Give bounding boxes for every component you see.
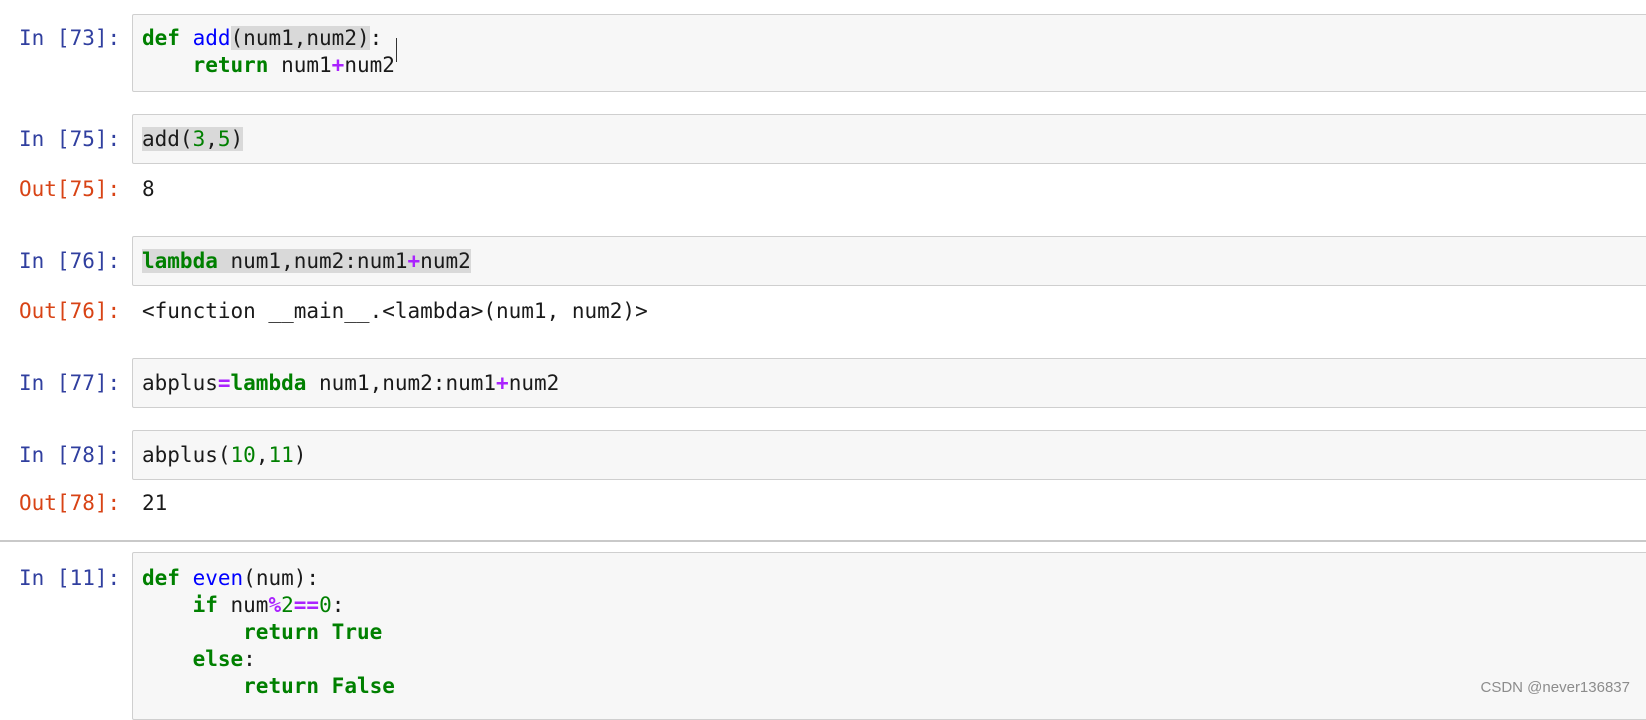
code-line: add(3,5): [142, 126, 244, 153]
output-prompt-76: Out[76]:: [19, 299, 121, 323]
code-line: abplus(10,11): [142, 442, 306, 469]
output-prompt-75: Out[75]:: [19, 177, 121, 201]
code-token: lambda: [142, 249, 218, 273]
code-token: False: [331, 674, 395, 698]
code-line: else:: [142, 646, 395, 673]
code-cell-75[interactable]: [132, 114, 1646, 164]
code-line: def add(num1,num2):: [142, 25, 395, 52]
code-token: num2: [420, 249, 471, 273]
code-token: num1,num2:num1: [306, 371, 497, 395]
code-token: add(: [142, 127, 193, 151]
code-token: +: [496, 371, 509, 395]
code-token: def: [142, 566, 180, 590]
code-token: :: [243, 647, 256, 671]
code-token: %: [268, 593, 282, 617]
output-75: 8: [142, 177, 155, 201]
input-prompt-76: In [76]:: [19, 249, 121, 273]
code-editor-78[interactable]: abplus(10,11): [142, 442, 306, 469]
code-token: even: [192, 566, 244, 590]
text-cursor: [396, 38, 397, 62]
code-token: lambda: [230, 371, 307, 395]
code-token: ==: [293, 593, 320, 617]
code-line: if num%2==0:: [142, 592, 395, 619]
output-78: 21: [142, 491, 168, 515]
code-token: (num1,num2): [230, 26, 370, 50]
code-token: ,: [255, 443, 269, 467]
code-line: return num1+num2: [142, 52, 395, 79]
code-token: if: [192, 593, 218, 617]
cell-separator: [0, 540, 1646, 542]
code-editor-73[interactable]: def add(num1,num2): return num1+num2: [142, 25, 395, 79]
output-prompt-78: Out[78]:: [19, 491, 121, 515]
code-token: :: [331, 593, 345, 617]
watermark: CSDN @never136837: [1480, 679, 1630, 696]
code-token: def: [142, 26, 180, 50]
code-token: abplus(: [142, 443, 231, 467]
code-token: abplus: [142, 371, 218, 395]
input-prompt-77: In [77]:: [19, 371, 121, 395]
code-token: return: [243, 620, 320, 644]
code-line: return False: [142, 673, 395, 700]
input-prompt-78: In [78]:: [19, 443, 121, 467]
code-token: 2: [281, 593, 294, 617]
code-cell-78[interactable]: [132, 430, 1646, 480]
code-token: 3: [192, 127, 206, 151]
code-token: 11: [268, 443, 294, 467]
code-token: else: [192, 647, 244, 671]
code-token: ): [293, 443, 307, 467]
code-editor-77[interactable]: abplus=lambda num1,num2:num1+num2: [142, 370, 559, 397]
code-line: def even(num):: [142, 565, 395, 592]
code-token: ): [230, 127, 244, 151]
code-token: 5: [217, 127, 231, 151]
code-editor-75[interactable]: add(3,5): [142, 126, 244, 153]
code-token: add: [192, 26, 231, 50]
code-token: +: [407, 249, 421, 273]
code-editor-76[interactable]: lambda num1,num2:num1+num2: [142, 248, 471, 275]
code-token: ,: [205, 127, 218, 151]
input-prompt-73: In [73]:: [19, 26, 121, 50]
code-token: num2: [508, 371, 560, 395]
code-token: +: [331, 53, 345, 77]
code-token: num1,num2:num1: [217, 249, 408, 273]
code-token: num1: [268, 53, 332, 77]
code-token: return: [243, 674, 320, 698]
code-token: True: [331, 620, 383, 644]
code-editor-11[interactable]: def even(num): if num%2==0: return True …: [142, 565, 395, 700]
code-token: num: [217, 593, 269, 617]
code-token: :: [369, 26, 383, 50]
code-token: 0: [319, 593, 332, 617]
input-prompt-11: In [11]:: [19, 566, 121, 590]
output-76: <function __main__.<lambda>(num1, num2)>: [142, 299, 648, 323]
code-token: num2: [344, 53, 395, 77]
code-line: return True: [142, 619, 395, 646]
code-line: lambda num1,num2:num1+num2: [142, 248, 471, 275]
code-token: 10: [230, 443, 256, 467]
code-token: =: [217, 371, 231, 395]
code-token: return: [192, 53, 269, 77]
input-prompt-75: In [75]:: [19, 127, 121, 151]
code-line: abplus=lambda num1,num2:num1+num2: [142, 370, 559, 397]
code-token: (num):: [243, 566, 320, 590]
